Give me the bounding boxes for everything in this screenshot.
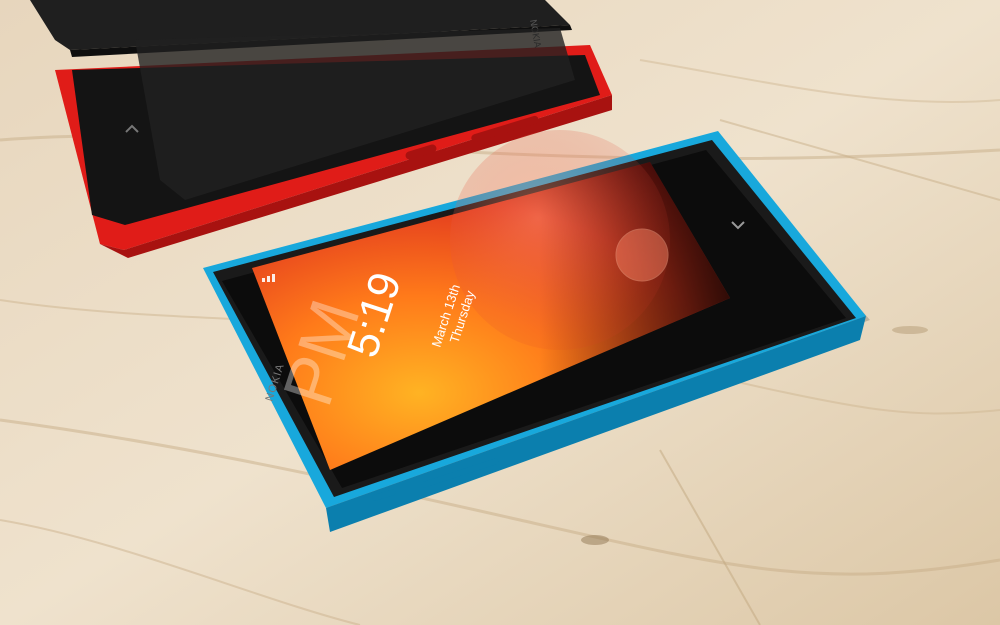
photo-scene: NOKIA PM 5:19 March 13th Thursday [0,0,1000,625]
